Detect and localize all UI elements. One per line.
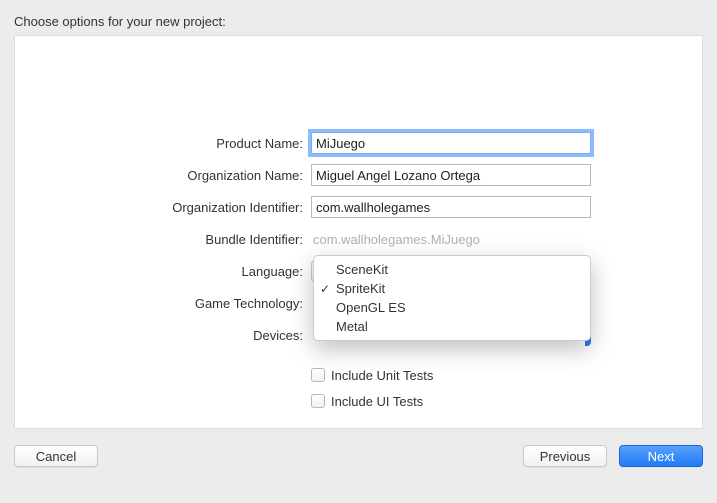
label-devices: Devices: bbox=[15, 328, 311, 343]
dropdown-item-metal[interactable]: Metal bbox=[314, 317, 590, 336]
dropdown-item-opengles[interactable]: OpenGL ES bbox=[314, 298, 590, 317]
product-name-field[interactable] bbox=[311, 132, 591, 154]
label-organization-name: Organization Name: bbox=[15, 168, 311, 183]
dropdown-item-label: Metal bbox=[336, 319, 368, 334]
bundle-identifier-value: com.wallholegames.MiJuego bbox=[311, 232, 480, 247]
game-technology-dropdown-menu[interactable]: SceneKit ✓ SpriteKit OpenGL ES Metal bbox=[313, 255, 591, 341]
include-ui-tests-label: Include UI Tests bbox=[331, 394, 423, 409]
dropdown-item-label: SceneKit bbox=[336, 262, 388, 277]
cancel-button[interactable]: Cancel bbox=[14, 445, 98, 467]
label-game-technology: Game Technology: bbox=[15, 296, 311, 311]
organization-identifier-field[interactable] bbox=[311, 196, 591, 218]
options-panel: Product Name: Organization Name: Organiz… bbox=[14, 35, 703, 429]
dropdown-item-label: OpenGL ES bbox=[336, 300, 406, 315]
organization-name-field[interactable] bbox=[311, 164, 591, 186]
previous-button[interactable]: Previous bbox=[523, 445, 607, 467]
include-unit-tests-label: Include Unit Tests bbox=[331, 368, 433, 383]
label-product-name: Product Name: bbox=[15, 136, 311, 151]
row-organization-name: Organization Name: bbox=[15, 162, 702, 188]
include-ui-tests-checkbox[interactable] bbox=[311, 394, 325, 408]
row-organization-identifier: Organization Identifier: bbox=[15, 194, 702, 220]
dropdown-item-label: SpriteKit bbox=[336, 281, 385, 296]
row-include-unit-tests: Include Unit Tests bbox=[15, 364, 702, 386]
dropdown-item-scenekit[interactable]: SceneKit bbox=[314, 260, 590, 279]
row-include-ui-tests: Include UI Tests bbox=[15, 390, 702, 412]
label-language: Language: bbox=[15, 264, 311, 279]
dropdown-item-spritekit[interactable]: ✓ SpriteKit bbox=[314, 279, 590, 298]
checkmark-icon: ✓ bbox=[320, 282, 330, 296]
row-bundle-identifier: Bundle Identifier: com.wallholegames.MiJ… bbox=[15, 226, 702, 252]
include-unit-tests-checkbox[interactable] bbox=[311, 368, 325, 382]
label-organization-identifier: Organization Identifier: bbox=[15, 200, 311, 215]
next-button[interactable]: Next bbox=[619, 445, 703, 467]
label-bundle-identifier: Bundle Identifier: bbox=[15, 232, 311, 247]
new-project-options-sheet: Choose options for your new project: Pro… bbox=[0, 0, 717, 503]
footer: Cancel Previous Next bbox=[14, 445, 703, 467]
sheet-title: Choose options for your new project: bbox=[14, 14, 703, 29]
row-product-name: Product Name: bbox=[15, 130, 702, 156]
